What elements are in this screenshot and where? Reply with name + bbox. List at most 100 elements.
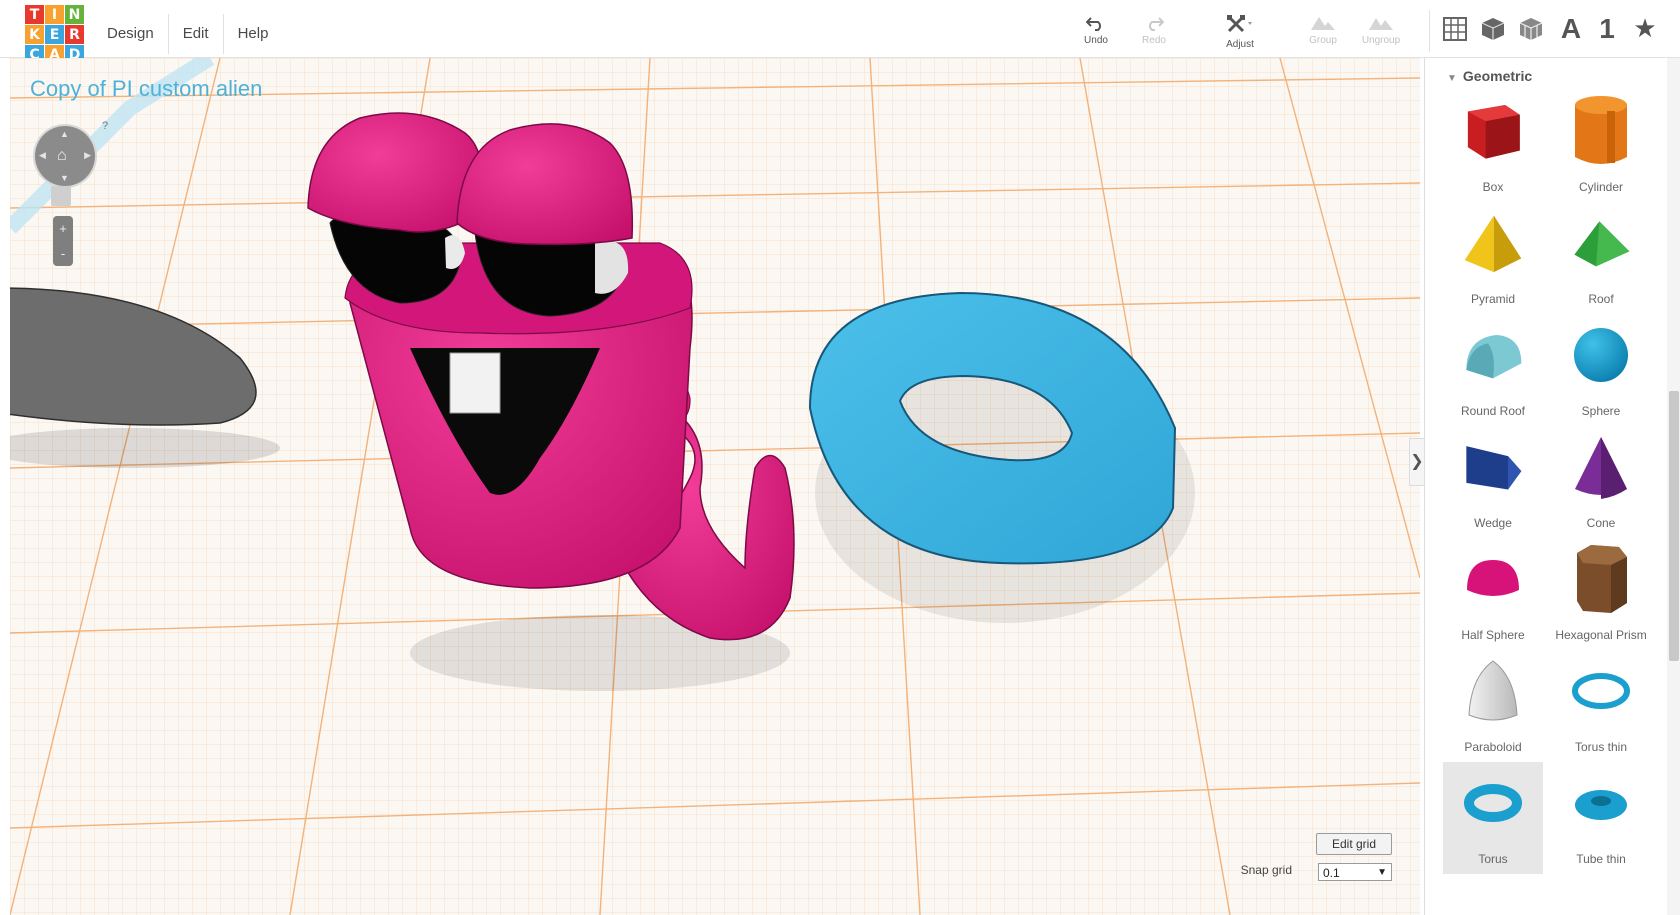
menu-help[interactable]: Help (224, 14, 283, 54)
shape-tube-thin[interactable]: Tube thin (1551, 762, 1651, 874)
logo-letter: E (45, 25, 64, 44)
redo-icon (1149, 17, 1164, 31)
zoom-control: + - (53, 216, 73, 266)
favorites-button[interactable]: ★ (1630, 14, 1660, 44)
home-icon[interactable]: ⌂ (57, 147, 67, 165)
sidebar-scrollbar-thumb[interactable] (1669, 391, 1679, 661)
undo-button[interactable]: Undo (1066, 12, 1126, 54)
round-roof-icon (1463, 322, 1523, 388)
zoom-in-button[interactable]: + (53, 216, 73, 241)
shape-label: Sphere (1581, 404, 1621, 418)
collapse-sidebar-toggle[interactable]: ❯ (1409, 438, 1424, 486)
shape-round-roof[interactable]: Round Roof (1443, 314, 1543, 426)
workplane-scene[interactable] (10, 58, 1420, 915)
torus-thin-icon (1571, 658, 1631, 724)
shape-pyramid[interactable]: Pyramid (1443, 202, 1543, 314)
logo-letter: K (25, 25, 44, 44)
ungroup-button[interactable]: Ungroup (1351, 12, 1411, 54)
undo-icon (1086, 17, 1101, 31)
hexagonal-prism-icon (1571, 545, 1631, 613)
logo-letter: N (65, 5, 84, 24)
adjust-button[interactable]: Adjust (1210, 12, 1270, 54)
adjust-label: Adjust (1226, 39, 1254, 50)
shape-label: Wedge (1474, 516, 1512, 530)
shape-label: Box (1482, 180, 1504, 194)
geometric-section-header[interactable]: ▼ Geometric (1447, 68, 1532, 84)
logo-letter: R (65, 25, 84, 44)
zoom-out-button[interactable]: - (53, 241, 73, 266)
shape-roof[interactable]: Roof (1551, 202, 1651, 314)
adjust-icon (1227, 15, 1252, 33)
group-icon (1311, 17, 1335, 30)
half-sphere-icon (1463, 546, 1523, 612)
menu-design[interactable]: Design (93, 14, 169, 54)
box-icon (1463, 98, 1523, 164)
paraboloid-icon (1463, 658, 1523, 724)
roof-icon (1571, 210, 1631, 276)
shape-label: Cylinder (1578, 180, 1623, 194)
logo-letter: I (45, 5, 64, 24)
shape-label: Round Roof (1460, 404, 1526, 418)
shape-cone[interactable]: Cone (1551, 426, 1651, 538)
shape-hexagonal-prism[interactable]: Hexagonal Prism (1551, 538, 1651, 650)
shape-label: Half Sphere (1461, 628, 1525, 642)
snap-grid-select[interactable]: 0.1 ▼ (1318, 863, 1392, 881)
dropdown-caret-icon: ▼ (1377, 867, 1387, 878)
shape-sphere[interactable]: Sphere (1551, 314, 1651, 426)
redo-label: Redo (1142, 35, 1166, 46)
shape-wedge[interactable]: Wedge (1443, 426, 1543, 538)
ungroup-icon (1369, 18, 1393, 30)
tinkercad-logo[interactable]: T I N K E R C A D (25, 5, 85, 65)
number-tool-glyph: 1 (1599, 13, 1615, 44)
fit-view-button[interactable] (51, 186, 71, 206)
orbit-left-arrow-icon[interactable]: ◀ (39, 150, 46, 161)
shape-label: Roof (1588, 292, 1614, 306)
orbit-up-arrow-icon[interactable]: ▲ (60, 129, 69, 139)
top-bar: T I N K E R C A D Design Edit Help Undo … (0, 0, 1680, 64)
shape-label: Pyramid (1470, 292, 1515, 306)
shape-half-sphere[interactable]: Half Sphere (1443, 538, 1543, 650)
tube-thin-icon (1571, 770, 1631, 836)
shape-label: Hexagonal Prism (1555, 628, 1647, 642)
cone-icon (1571, 434, 1631, 500)
orbit-right-arrow-icon[interactable]: ▶ (84, 150, 91, 161)
nav-help-icon[interactable]: ? (102, 120, 108, 132)
shape-torus[interactable]: Torus (1443, 762, 1543, 874)
shape-box[interactable]: Box (1443, 90, 1543, 202)
group-label: Group (1309, 35, 1337, 46)
alien-tooth (449, 352, 501, 414)
undo-label: Undo (1084, 35, 1108, 46)
view-orbit-control[interactable]: ▲ ▼ ◀ ▶ ⌂ (35, 126, 95, 186)
solid-view-button[interactable] (1478, 14, 1508, 44)
orbit-down-arrow-icon[interactable]: ▼ (60, 173, 69, 183)
star-icon: ★ (1633, 14, 1657, 44)
cylinder-icon (1571, 96, 1631, 164)
edit-grid-button[interactable]: Edit grid (1316, 833, 1392, 855)
redo-button[interactable]: Redo (1124, 12, 1184, 54)
text-tool-button[interactable]: A (1556, 14, 1586, 44)
workplane-button[interactable] (1440, 14, 1470, 44)
wireframe-view-button[interactable] (1516, 14, 1546, 44)
number-tool-button[interactable]: 1 (1592, 14, 1622, 44)
workplane-viewport[interactable]: Copy of PI custom alien ▲ ▼ ◀ ▶ ⌂ ? + - … (10, 58, 1420, 915)
shape-label: Torus (1478, 852, 1508, 866)
torus-icon (1463, 770, 1523, 836)
grid-icon (1443, 17, 1467, 41)
design-title[interactable]: Copy of PI custom alien (30, 76, 262, 102)
collapse-triangle-icon: ▼ (1447, 73, 1457, 84)
snap-grid-value: 0.1 (1323, 866, 1340, 880)
text-tool-glyph: A (1560, 13, 1582, 44)
shape-label: Torus thin (1574, 740, 1628, 754)
ungroup-label: Ungroup (1361, 35, 1401, 46)
wireframe-cube-icon (1519, 18, 1543, 40)
main-menu: Design Edit Help (93, 14, 282, 54)
shape-label: Cone (1586, 516, 1616, 530)
shape-label: Tube thin (1576, 852, 1626, 866)
shape-paraboloid[interactable]: Paraboloid (1443, 650, 1543, 762)
toolbar-divider (1429, 10, 1430, 52)
menu-edit[interactable]: Edit (169, 14, 224, 54)
shape-cylinder[interactable]: Cylinder (1551, 90, 1651, 202)
shapes-sidebar: ▼ Geometric Box Cylinder Pyramid Roof Ro… (1424, 58, 1680, 915)
group-button[interactable]: Group (1293, 12, 1353, 54)
shape-torus-thin[interactable]: Torus thin (1551, 650, 1651, 762)
